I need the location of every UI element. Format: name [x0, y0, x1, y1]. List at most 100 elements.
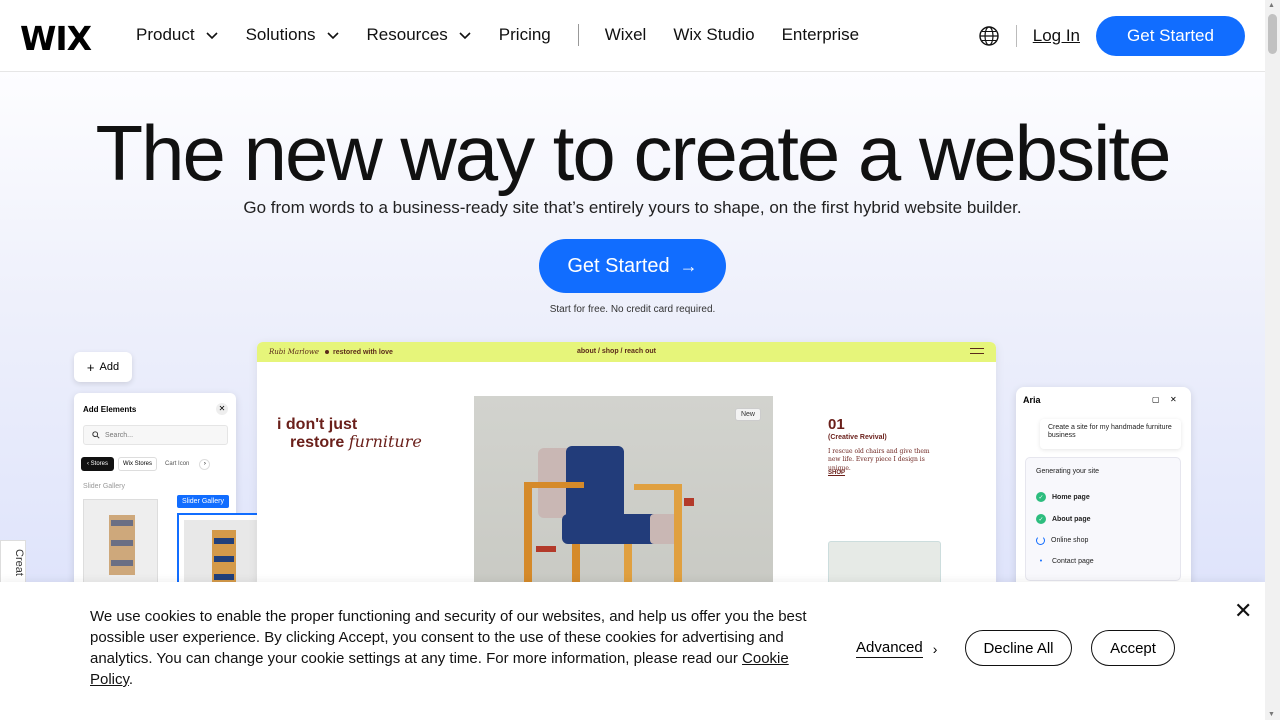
cookie-message: We use cookies to enable the proper func…: [90, 606, 810, 690]
main-nav: Product Solutions Resources Pricing Wixe…: [136, 24, 886, 46]
wix-logo[interactable]: WIX: [20, 19, 92, 58]
nav-resources[interactable]: Resources: [367, 25, 472, 45]
site-section-number: 01: [828, 416, 845, 433]
tagline-furniture: furniture: [348, 432, 422, 451]
decline-all-button[interactable]: Decline All: [965, 630, 1072, 666]
tab-cart-icon[interactable]: Cart Icon: [161, 458, 193, 470]
check-icon: ✓: [1036, 492, 1046, 502]
search-icon: [92, 431, 100, 439]
nav-product[interactable]: Product: [136, 25, 219, 45]
generation-progress: Generating your site ✓ Home page ✓ About…: [1025, 457, 1181, 581]
nav-product-label: Product: [136, 25, 195, 44]
nav-wix-studio[interactable]: Wix Studio: [673, 25, 754, 45]
cookie-banner: We use cookies to enable the proper func…: [0, 582, 1265, 720]
hero-note: Start for free. No credit card required.: [549, 304, 716, 315]
step-label: Home page: [1052, 493, 1090, 501]
hero-cta-label: Get Started: [567, 254, 670, 277]
step-label: Online shop: [1051, 537, 1089, 544]
nav-enterprise[interactable]: Enterprise: [782, 25, 859, 45]
site-links: about / shop / reach out: [577, 348, 656, 355]
scrollbar-thumb[interactable]: [1268, 14, 1277, 54]
hero-section: The new way to create a website Go from …: [0, 72, 1265, 582]
close-icon[interactable]: ✕: [1170, 395, 1177, 404]
cookie-text: We use cookies to enable the proper func…: [90, 608, 807, 667]
slider-gallery-badge: Slider Gallery: [177, 495, 230, 508]
hamburger-menu-icon: [970, 348, 984, 354]
site-header-bar: Rubi Marlowe restored with love about / …: [257, 342, 996, 362]
nav-solutions-label: Solutions: [245, 25, 316, 44]
add-elements-button[interactable]: + Add: [74, 352, 132, 382]
chevron-right-icon[interactable]: ›: [199, 458, 211, 470]
chair-illustration: [524, 446, 694, 582]
scroll-down-icon[interactable]: ▼: [1268, 711, 1275, 718]
ai-assistant-panel: Aria ▢ ✕ Create a site for my handmade f…: [1016, 387, 1191, 582]
tab-stores-label: Stores: [90, 461, 109, 467]
chevron-down-icon: [206, 32, 218, 40]
gallery-thumbnail[interactable]: [83, 499, 158, 582]
loading-spinner-icon: [1036, 536, 1045, 545]
slider-gallery-label: Slider Gallery: [83, 483, 126, 490]
accept-button[interactable]: Accept: [1091, 630, 1175, 666]
chat-icon[interactable]: ▢: [1152, 395, 1160, 404]
panel-title: Add Elements: [83, 405, 137, 414]
scroll-up-icon[interactable]: ▲: [1268, 2, 1275, 9]
nav-resources-label: Resources: [366, 25, 448, 44]
element-tabs: ‹ Stores Wix Stores Cart Icon ›: [81, 457, 211, 471]
add-label: Add: [99, 361, 120, 373]
stacked-chairs-image: [109, 515, 135, 575]
chevron-right-icon: ›: [932, 640, 938, 657]
chevron-down-icon: [326, 32, 339, 40]
gallery-image-stools: [184, 520, 264, 582]
nav-pricing-label: Pricing: [498, 25, 551, 44]
login-link[interactable]: Log In: [1033, 26, 1080, 46]
site-brand-tag: restored with love: [333, 348, 393, 356]
top-navigation: WIX Product Solutions Resources Pricing …: [0, 0, 1265, 72]
bullet-icon: •: [1039, 558, 1043, 565]
hero-subtitle: Go from words to a business-ready site t…: [243, 198, 1022, 217]
elements-search-input[interactable]: Search...: [83, 425, 228, 445]
close-icon[interactable]: ✕: [216, 403, 228, 415]
site-description: I rescue old chairs and give them new li…: [828, 448, 930, 472]
step-label: About page: [1052, 515, 1091, 523]
step-contact-page: • Contact page: [1036, 558, 1094, 565]
step-home-page: ✓ Home page: [1036, 492, 1090, 502]
generating-title: Generating your site: [1036, 468, 1100, 475]
user-prompt-bubble: Create a site for my handmade furniture …: [1040, 419, 1181, 449]
tab-stores[interactable]: ‹ Stores: [81, 457, 115, 471]
page-scrollbar[interactable]: ▲ ▼: [1265, 0, 1280, 720]
plus-icon: +: [86, 359, 95, 375]
nav-solutions[interactable]: Solutions: [246, 25, 340, 45]
tagline-restore: restore: [290, 434, 345, 451]
site-product-card: [828, 541, 941, 582]
stools-image: [212, 530, 236, 582]
hero-title: The new way to create a website: [95, 109, 1172, 197]
step-about-page: ✓ About page: [1036, 514, 1091, 524]
hero-get-started-button[interactable]: Get Started →: [539, 239, 726, 293]
advanced-settings-link[interactable]: Advanced ›: [856, 639, 937, 658]
step-label: Contact page: [1052, 558, 1094, 565]
nav-pricing[interactable]: Pricing: [499, 25, 551, 45]
nav-divider: [577, 24, 579, 46]
globe-icon[interactable]: [978, 25, 1000, 47]
site-tagline-line2: restore furniture: [290, 432, 422, 452]
check-icon: ✓: [1036, 514, 1046, 524]
cookie-period: .: [128, 671, 134, 688]
step-online-shop: Online shop: [1036, 536, 1088, 545]
header-actions: Log In Get Started: [978, 16, 1245, 56]
header-divider: [1015, 25, 1017, 47]
search-placeholder: Search...: [105, 431, 134, 439]
close-icon[interactable]: ✕: [1234, 598, 1252, 624]
tab-wix-stores[interactable]: Wix Stores: [118, 457, 158, 471]
site-creative-label: (Creative Revival): [828, 434, 887, 441]
chevron-down-icon: [459, 32, 471, 40]
chair-photo: New: [474, 396, 773, 582]
site-shop-link: SHOP: [828, 470, 846, 476]
advanced-label: Advanced: [856, 639, 923, 658]
site-preview: Rubi Marlowe restored with love about / …: [257, 342, 996, 582]
assistant-name: Aria: [1023, 395, 1041, 405]
arrow-right-icon: →: [679, 255, 698, 276]
site-brand: Rubi Marlowe: [269, 348, 319, 356]
get-started-button[interactable]: Get Started: [1096, 16, 1245, 56]
nav-wixel[interactable]: Wixel: [605, 25, 647, 45]
dot-icon: [325, 350, 329, 354]
